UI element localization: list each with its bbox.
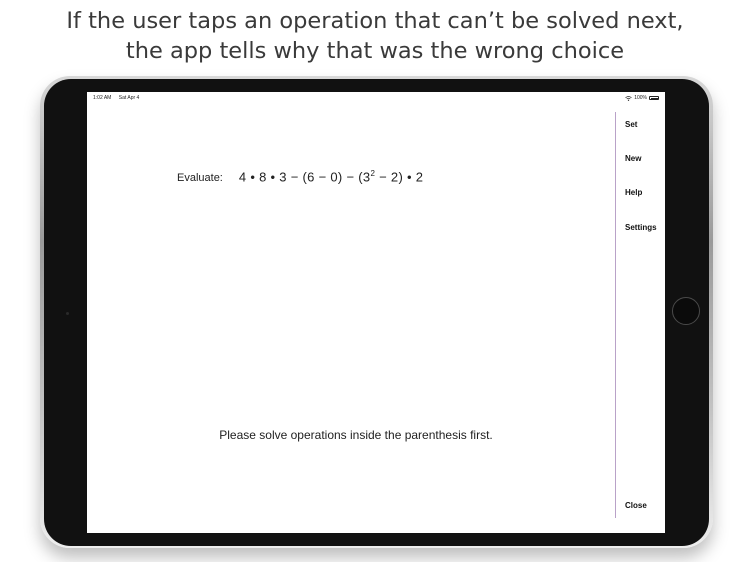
- status-right: 100%: [625, 95, 659, 101]
- close-button[interactable]: Close: [625, 501, 647, 510]
- help-button[interactable]: Help: [625, 188, 642, 197]
- expression-part-2[interactable]: − 2) • 2: [375, 169, 423, 184]
- headline-line-1: If the user taps an operation that can’t…: [66, 8, 684, 34]
- status-time: 1:02 AM: [93, 95, 112, 101]
- home-button[interactable]: [672, 297, 700, 325]
- evaluate-label: Evaluate:: [177, 172, 223, 185]
- problem-row: Evaluate: 4 • 8 • 3 − (6 − 0) − (32 − 2)…: [177, 169, 423, 184]
- status-date: Sat Apr 4: [118, 95, 140, 101]
- wifi-icon: [625, 95, 632, 101]
- status-left: 1:02 AM Sat Apr 4: [93, 95, 145, 101]
- camera-icon: [66, 312, 69, 315]
- side-menu: Set New Help Settings Close: [615, 112, 665, 518]
- settings-button[interactable]: Settings: [625, 223, 657, 232]
- new-button[interactable]: New: [625, 154, 641, 163]
- battery-icon: [649, 96, 659, 100]
- headline-caption: If the user taps an operation that can’t…: [0, 6, 750, 66]
- app-screen: 1:02 AM Sat Apr 4 100% Evaluate: 4 • 8 •…: [87, 92, 665, 533]
- status-bar: 1:02 AM Sat Apr 4 100%: [87, 92, 665, 102]
- headline-line-2: the app tells why that was the wrong cho…: [125, 38, 625, 64]
- expression-part-1[interactable]: 4 • 8 • 3 − (6 − 0) − (3: [239, 169, 371, 184]
- set-button[interactable]: Set: [625, 120, 637, 129]
- math-expression[interactable]: 4 • 8 • 3 − (6 − 0) − (32 − 2) • 2: [239, 169, 423, 184]
- screenshot-page: If the user taps an operation that can’t…: [0, 0, 750, 562]
- battery-percent: 100%: [634, 95, 647, 101]
- feedback-message: Please solve operations inside the paren…: [219, 428, 493, 442]
